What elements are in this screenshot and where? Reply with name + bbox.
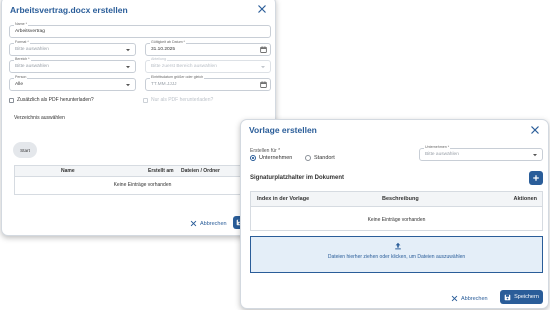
- chevron-down-icon: [125, 64, 131, 70]
- company-select[interactable]: Unternehmen * Bitte auswählen: [419, 145, 543, 161]
- breadcrumb-start-chip[interactable]: Start: [13, 142, 37, 158]
- division-select[interactable]: Bereich * Bitte auswählen: [9, 57, 136, 73]
- valid-from-date-value: 31.10.2025: [151, 47, 176, 52]
- format-select[interactable]: Format * Bitte auswählen: [9, 40, 136, 56]
- column-header-created: Erstellt am: [148, 168, 174, 174]
- pdf-only-checkbox: Nur als PDF herunterladen?: [143, 97, 213, 103]
- table-header: Index in der Vorlage Beschreibung Aktion…: [251, 192, 542, 207]
- signature-placeholder-table: Index in der Vorlage Beschreibung Aktion…: [250, 191, 543, 231]
- column-header-actions: Aktionen: [513, 196, 537, 202]
- name-field[interactable]: Name * Arbeitsvertrag: [9, 22, 271, 38]
- name-field-value: Arbeitsvertrag: [15, 29, 45, 34]
- calendar-icon[interactable]: [260, 46, 267, 53]
- dialog-title: Vorlage erstellen: [249, 125, 317, 135]
- chevron-down-icon: [125, 82, 131, 88]
- directory-label: Verzeichnis auswählen: [14, 115, 65, 121]
- close-icon[interactable]: [530, 125, 540, 135]
- radio-company-label: Unternehmen: [259, 155, 293, 161]
- division-select-label: Bereich *: [14, 57, 31, 62]
- department-select: Abteilung Bitte zuerst Bereich auswählen: [145, 57, 271, 73]
- pdf-download-checkbox-label: Zusätzlich als PDF herunterladen?: [17, 97, 94, 103]
- chevron-down-icon: [260, 64, 266, 70]
- add-placeholder-button[interactable]: [529, 171, 543, 185]
- cancel-button-label: Abbrechen: [461, 295, 488, 302]
- entry-date-label: Eintrittsdatum größer oder gleich: [150, 75, 205, 80]
- name-field-label: Name *: [14, 22, 28, 27]
- radio-location-label: Standort: [314, 155, 335, 161]
- close-icon: [190, 220, 197, 227]
- table-empty-message: Keine Einträge vorhanden: [367, 217, 426, 223]
- valid-from-date-label: Gültigkeit ab Datum *: [150, 40, 186, 45]
- close-icon: [451, 295, 458, 302]
- plus-icon: [533, 175, 539, 181]
- format-select-label: Format *: [14, 40, 30, 45]
- radio-indicator[interactable]: [305, 155, 311, 161]
- column-header-index: Index in der Vorlage: [257, 196, 310, 202]
- radio-company[interactable]: Unternehmen: [250, 155, 292, 161]
- department-select-placeholder: Bitte zuerst Bereich auswählen: [151, 64, 217, 69]
- save-button-label: Speichern: [514, 294, 539, 300]
- division-select-placeholder: Bitte auswählen: [15, 64, 49, 69]
- table-header: Name Erstellt am Dateien / Ordner: [15, 166, 270, 177]
- create-for-label: Erstellen für *: [250, 148, 281, 154]
- chevron-down-icon: [125, 47, 131, 53]
- dialog-title: Arbeitsvertrag.docx erstellen: [10, 5, 128, 15]
- checkbox-box[interactable]: [9, 97, 14, 103]
- create-document-dialog: Arbeitsvertrag.docx erstellen Name * Arb…: [1, 0, 276, 236]
- pdf-download-checkbox[interactable]: Zusätzlich als PDF herunterladen?: [9, 97, 94, 103]
- dropzone-text: Dateien hierher ziehen oder klicken, um …: [327, 254, 466, 260]
- section-title: Signaturplatzhalter im Dokument: [250, 175, 345, 181]
- person-select-value: Alle: [15, 82, 23, 87]
- directory-table: Name Erstellt am Dateien / Ordner Keine …: [14, 165, 271, 195]
- radio-location[interactable]: Standort: [305, 155, 335, 161]
- entry-date-placeholder: TT.MM.JJJJ: [151, 82, 177, 87]
- column-header-files: Dateien / Ordner: [181, 168, 220, 174]
- person-select-label: Person: [14, 75, 28, 80]
- radio-indicator[interactable]: [250, 155, 256, 161]
- entry-date-field[interactable]: Eintrittsdatum größer oder gleich TT.MM.…: [145, 75, 271, 91]
- close-icon[interactable]: [257, 4, 267, 14]
- save-button[interactable]: Speichern: [500, 290, 543, 304]
- chevron-down-icon: [532, 152, 538, 158]
- breadcrumb-start-label: Start: [20, 147, 30, 153]
- valid-from-date-field[interactable]: Gültigkeit ab Datum * 31.10.2025: [145, 40, 271, 56]
- column-header-description: Beschreibung: [382, 196, 419, 202]
- table-empty-message: Keine Einträge vorhanden: [113, 182, 172, 188]
- department-select-label: Abteilung: [150, 57, 167, 62]
- cancel-button[interactable]: Abbrechen: [190, 220, 227, 227]
- pdf-only-checkbox-label: Nur als PDF herunterladen?: [151, 97, 214, 103]
- checkbox-box: [143, 97, 148, 103]
- cancel-button-label: Abbrechen: [200, 220, 227, 227]
- company-select-label: Unternehmen *: [424, 145, 451, 150]
- format-select-placeholder: Bitte auswählen: [15, 47, 49, 52]
- create-template-dialog: Vorlage erstellen Erstellen für * Untern…: [240, 119, 549, 309]
- calendar-icon[interactable]: [260, 81, 267, 88]
- save-icon: [504, 294, 511, 300]
- upload-icon: [395, 242, 401, 250]
- column-header-name: Name: [61, 168, 75, 174]
- cancel-button[interactable]: Abbrechen: [451, 295, 488, 302]
- person-select[interactable]: Person Alle: [9, 75, 136, 91]
- company-select-placeholder: Bitte auswählen: [425, 152, 459, 157]
- file-dropzone[interactable]: Dateien hierher ziehen oder klicken, um …: [250, 236, 543, 273]
